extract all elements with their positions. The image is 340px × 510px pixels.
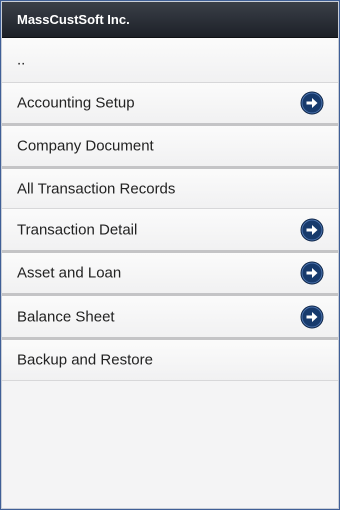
menu-list: .. Accounting Setup Company Document All… [2,38,338,381]
menu-item-label: .. [17,51,26,69]
app-title-bar: MassCustSoft Inc. [2,2,338,38]
menu-item-backup-and-restore[interactable]: Backup and Restore [2,340,338,381]
menu-item-balance-sheet[interactable]: Balance Sheet [2,296,338,340]
arrow-right-circle-icon[interactable] [300,305,324,329]
arrow-right-circle-icon[interactable] [300,91,324,115]
arrow-right-circle-icon[interactable] [300,218,324,242]
menu-item-all-transaction-records[interactable]: All Transaction Records [2,169,338,209]
app-window: MassCustSoft Inc. .. Accounting Setup Co… [1,1,339,509]
menu-item-company-document[interactable]: Company Document [2,126,338,169]
menu-item-label: Asset and Loan [17,264,122,282]
menu-item-label: Transaction Detail [17,221,138,238]
app-title: MassCustSoft Inc. [17,12,130,27]
menu-item-transaction-detail[interactable]: Transaction Detail [2,209,338,253]
menu-item-label: Company Document [17,137,154,155]
menu-item-label: Backup and Restore [17,351,153,369]
menu-item-asset-and-loan[interactable]: Asset and Loan [2,253,338,296]
menu-item-label: Balance Sheet [17,308,115,325]
menu-item-label: Accounting Setup [17,94,135,112]
menu-item-label: All Transaction Records [17,180,176,197]
menu-item-parent[interactable]: .. [2,38,338,83]
arrow-right-circle-icon[interactable] [300,261,324,285]
menu-item-accounting-setup[interactable]: Accounting Setup [2,83,338,126]
